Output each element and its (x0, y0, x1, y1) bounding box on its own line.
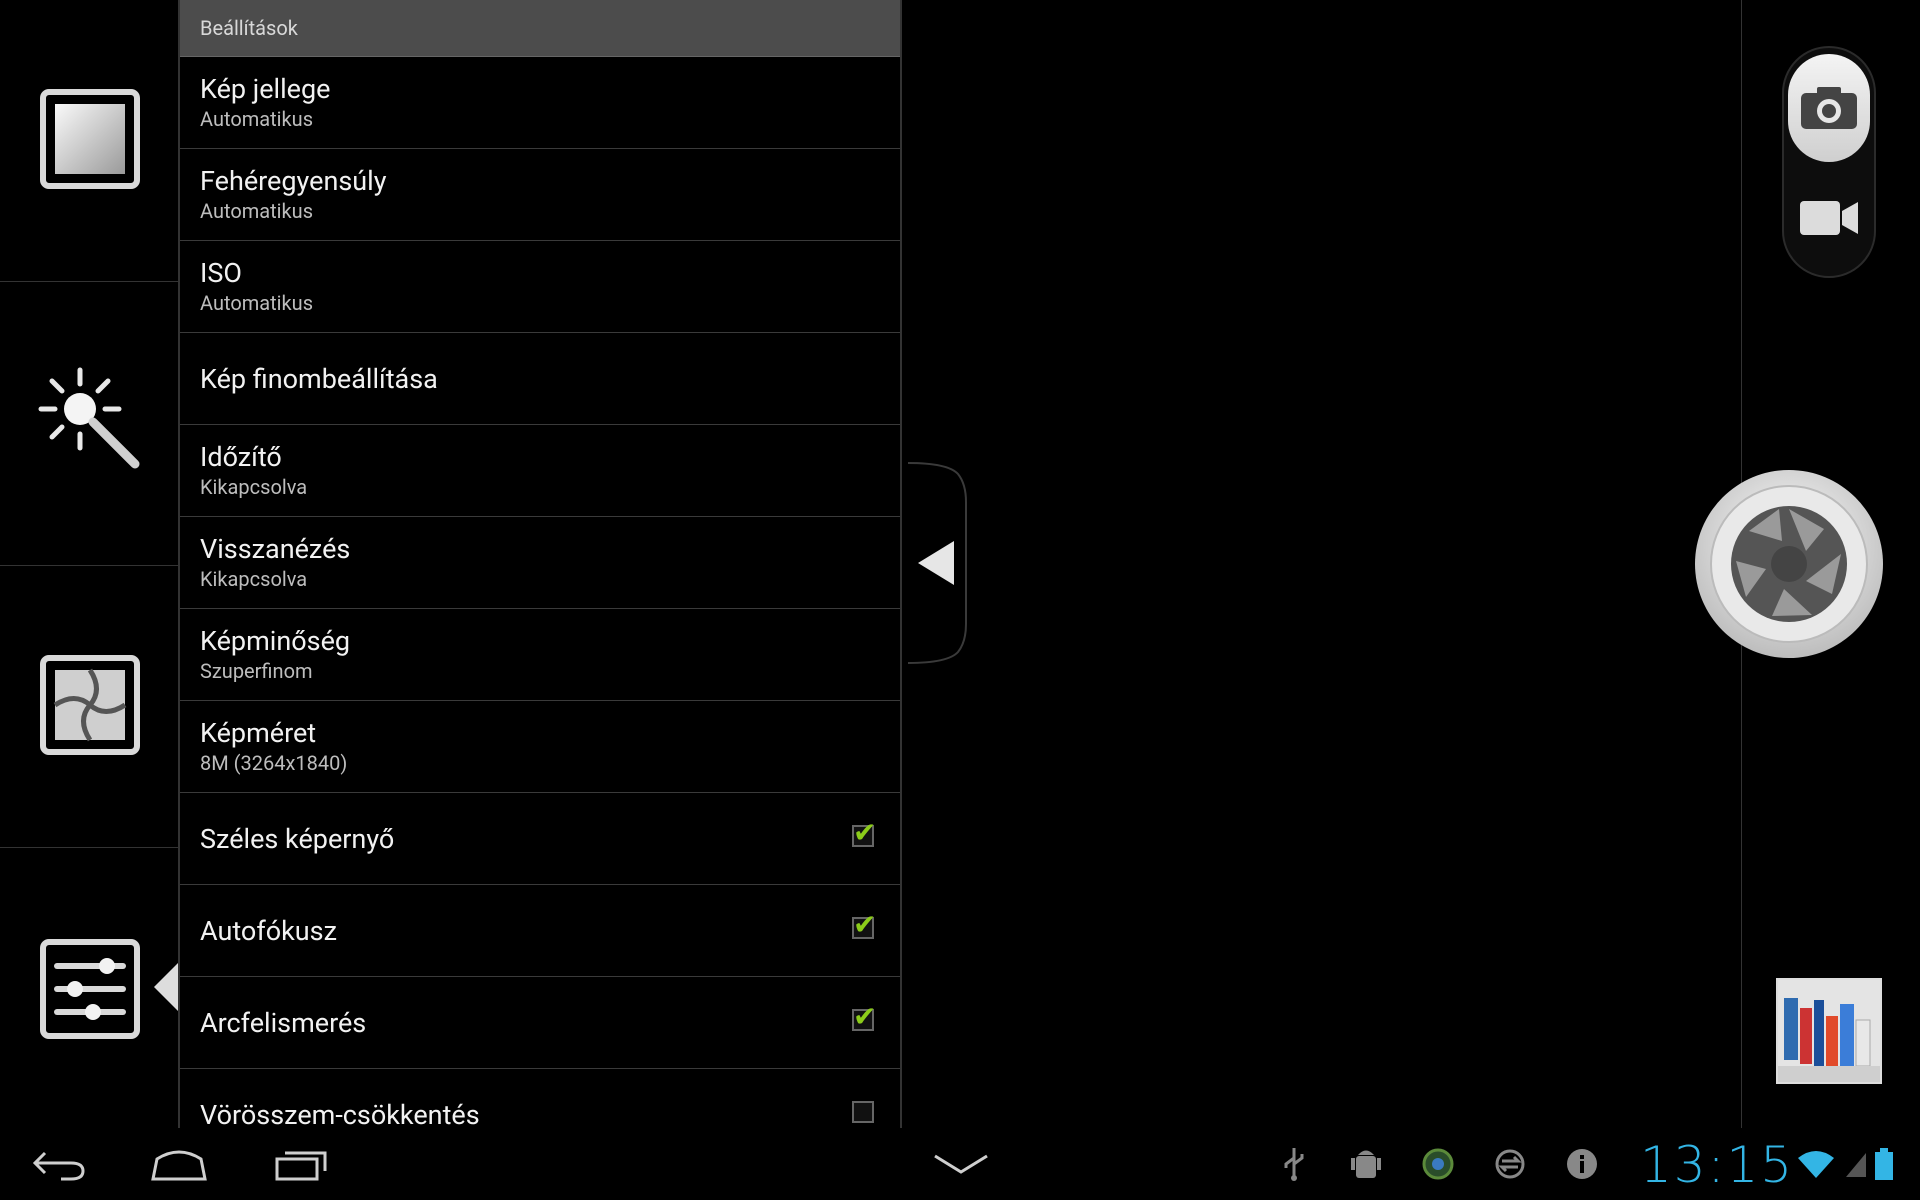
hide-panel-button[interactable] (916, 1138, 1006, 1190)
video-camera-icon (1800, 201, 1858, 235)
setting-widescreen[interactable]: Széles képernyő ✔ (180, 793, 900, 885)
chevron-down-icon (934, 1154, 988, 1174)
square-frame-icon (40, 89, 140, 189)
home-icon (151, 1150, 207, 1181)
scene-mode-button[interactable] (35, 84, 145, 194)
settings-button[interactable] (35, 934, 145, 1044)
checkmark-icon: ✔ (853, 1000, 877, 1033)
recent-apps-icon (275, 1151, 327, 1181)
setting-iso[interactable]: ISO Automatikus (180, 241, 900, 333)
video-mode-button[interactable] (1788, 172, 1870, 264)
setting-autofocus[interactable]: Autofókusz ✔ (180, 885, 900, 977)
aperture-icon (1695, 470, 1883, 658)
setting-red-eye[interactable]: Vörösszem-csökkentés (180, 1069, 900, 1128)
setting-review[interactable]: Visszanézés Kikapcsolva (180, 517, 900, 609)
setting-white-balance[interactable]: Fehéregyensúly Automatikus (180, 149, 900, 241)
sliders-icon (40, 939, 140, 1039)
thumbnail-image (1778, 980, 1880, 1082)
filter-button[interactable] (35, 650, 145, 760)
usb-icon (1272, 1142, 1316, 1186)
face-detection-checkbox[interactable]: ✔ (852, 1003, 876, 1031)
red-eye-checkbox[interactable] (852, 1101, 874, 1123)
sync-icon (1488, 1142, 1532, 1186)
setting-size[interactable]: Képméret 8M (3264x1840) (180, 701, 900, 793)
shutter-button[interactable] (1694, 469, 1884, 659)
setting-image-adjust[interactable]: Kép finombeállítása (180, 333, 900, 425)
recent-apps-button[interactable] (256, 1138, 346, 1190)
camera-icon (1801, 87, 1857, 129)
app-notification-icon (1416, 1142, 1460, 1186)
widescreen-checkbox[interactable]: ✔ (852, 819, 876, 847)
setting-scene[interactable]: Kép jellege Automatikus (180, 57, 900, 149)
autofocus-checkbox[interactable]: ✔ (852, 911, 876, 939)
system-bar: 13:15 (0, 1128, 1920, 1200)
collapse-panel-handle[interactable] (907, 462, 978, 664)
triangle-left-icon (907, 462, 967, 664)
magic-wand-sun-icon (38, 367, 140, 469)
settings-panel: Beállítások Kép jellege Automatikus Fehé… (178, 0, 902, 1128)
last-photo-thumbnail[interactable] (1776, 978, 1882, 1084)
checkmark-icon: ✔ (853, 816, 877, 849)
setting-timer[interactable]: Időzítő Kikapcsolva (180, 425, 900, 517)
panel-title: Beállítások (180, 0, 900, 57)
mode-rail (0, 0, 178, 1128)
camera-mode-button[interactable] (1788, 54, 1870, 162)
warp-frame-icon (40, 655, 140, 755)
effects-button[interactable] (35, 364, 145, 474)
home-button[interactable] (134, 1138, 224, 1190)
back-arrow-icon (32, 1151, 85, 1181)
checkmark-icon: ✔ (853, 908, 877, 941)
wifi-icon (1794, 1142, 1838, 1186)
camera-video-switch[interactable] (1782, 46, 1876, 278)
setting-face-detection[interactable]: Arcfelismerés ✔ (180, 977, 900, 1069)
selected-indicator-arrow (154, 963, 178, 1011)
info-icon (1560, 1142, 1604, 1186)
android-debug-icon (1344, 1142, 1388, 1186)
back-button[interactable] (14, 1138, 104, 1190)
status-clock: 13:15 (1640, 1136, 1795, 1194)
battery-icon (1862, 1142, 1906, 1186)
setting-quality[interactable]: Képminőség Szuperfinom (180, 609, 900, 701)
